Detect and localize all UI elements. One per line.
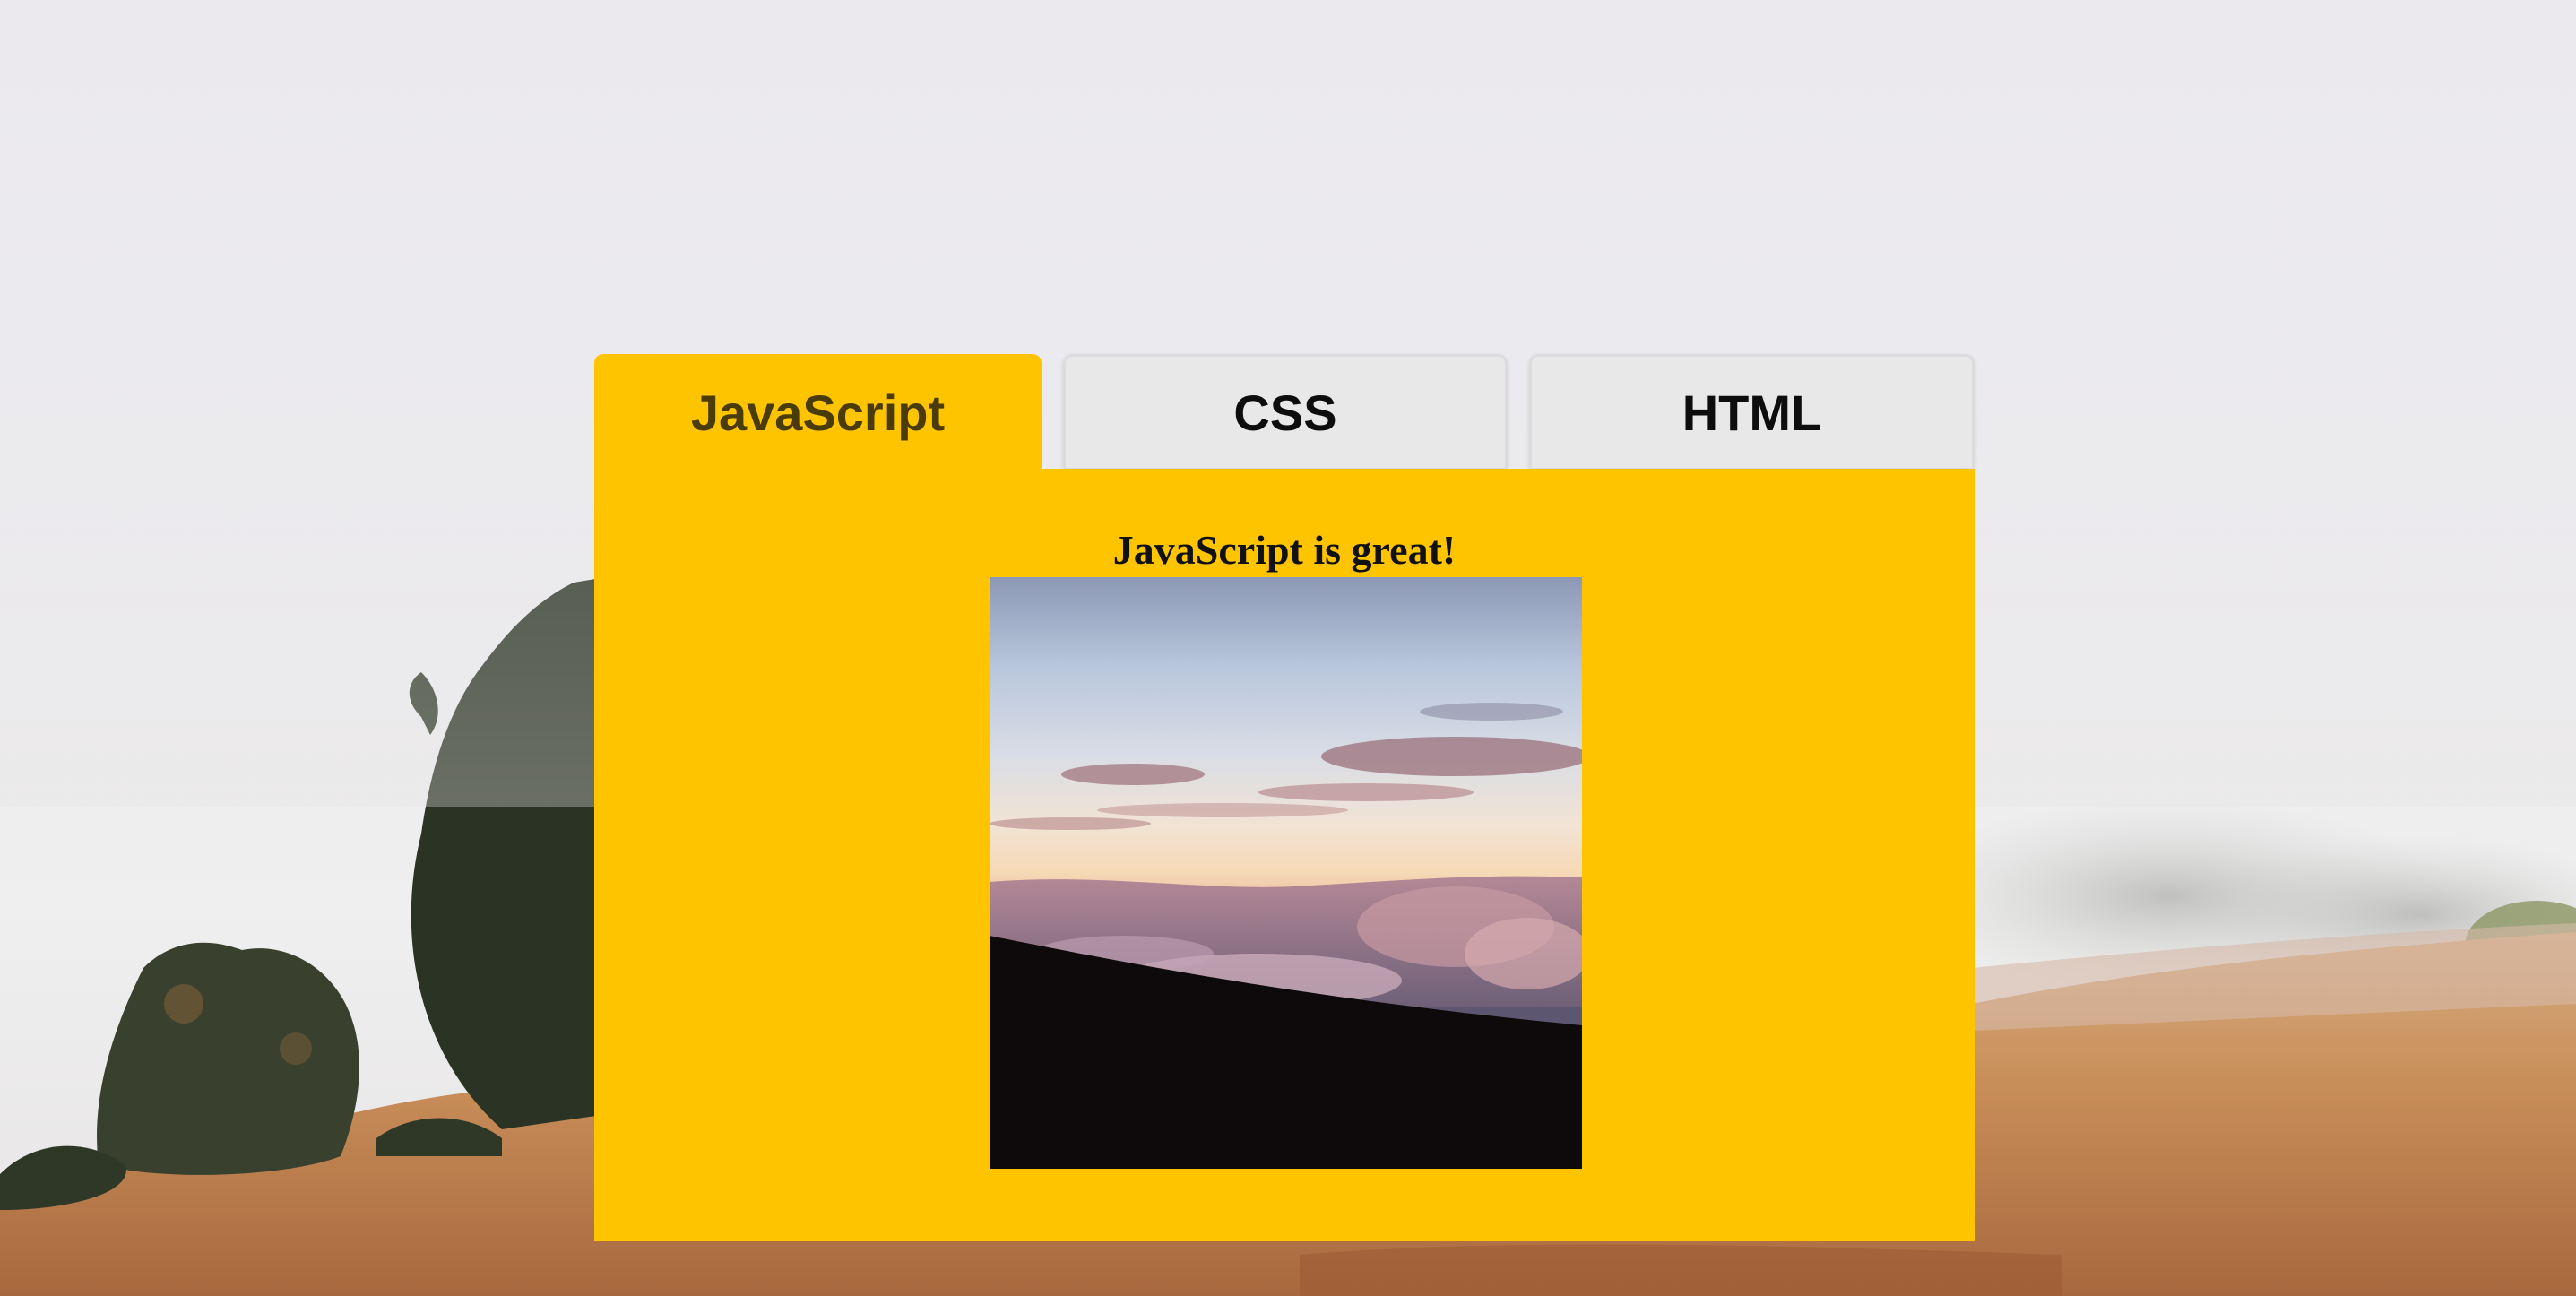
tab-javascript[interactable]: JavaScript bbox=[594, 354, 1042, 471]
tab-html[interactable]: HTML bbox=[1529, 354, 1975, 468]
tab-css[interactable]: CSS bbox=[1063, 354, 1508, 468]
sunset-clouds-image bbox=[990, 577, 1582, 1169]
sunset-photo bbox=[990, 577, 1582, 1169]
tab-panel-javascript: JavaScript is great! bbox=[594, 469, 1975, 1241]
panel-heading: JavaScript is great! bbox=[1112, 527, 1457, 573]
